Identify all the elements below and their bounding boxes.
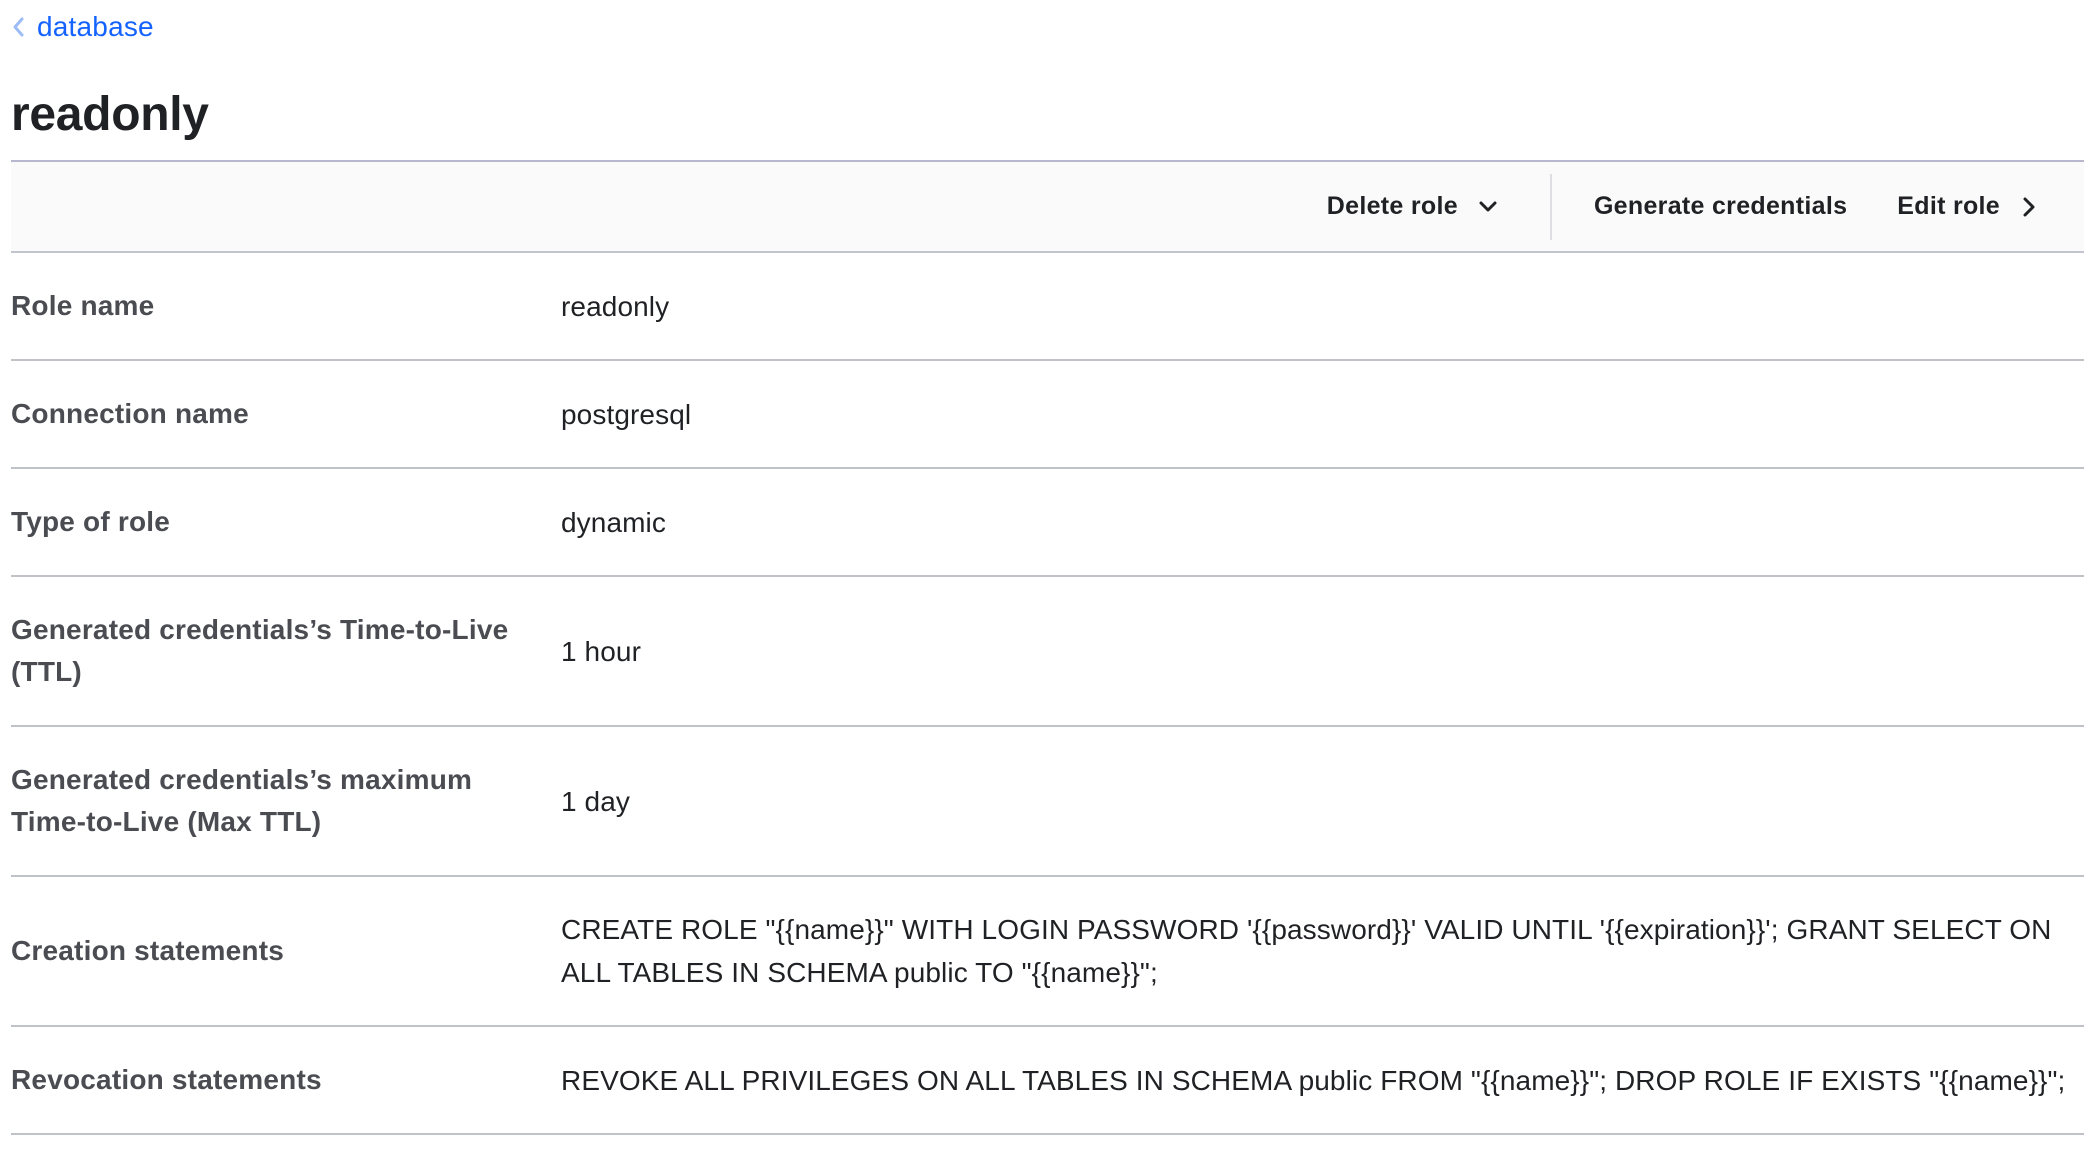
detail-value: 1 hour [561, 635, 641, 667]
detail-label: Creation statements [11, 935, 284, 966]
detail-value: CREATE ROLE "{{name}}" WITH LOGIN PASSWO… [561, 914, 2052, 988]
edit-role-button[interactable]: Edit role [1897, 192, 2036, 221]
detail-row-connection-name: Connection name postgresql [11, 361, 2084, 469]
generate-credentials-button[interactable]: Generate credentials [1594, 192, 1847, 221]
detail-value: readonly [561, 290, 670, 322]
detail-value: 1 day [561, 785, 630, 817]
delete-role-button[interactable]: Delete role [1327, 192, 1498, 221]
chevron-right-icon [2023, 197, 2035, 216]
detail-row-revocation-statements: Revocation statements REVOKE ALL PRIVILE… [11, 1027, 2084, 1135]
detail-label: Revocation statements [11, 1064, 322, 1095]
detail-row-creation-statements: Creation statements CREATE ROLE "{{name}… [11, 877, 2084, 1027]
detail-label: Generated credentials’s Time-to-Live (TT… [11, 614, 509, 687]
detail-row-max-ttl: Generated credentials’s maximum Time-to-… [11, 727, 2084, 877]
edit-role-label: Edit role [1897, 192, 2000, 220]
page-title: readonly [11, 87, 209, 141]
toolbar-divider [1549, 173, 1552, 240]
breadcrumb-link-database[interactable]: database [37, 11, 154, 43]
detail-label: Role name [11, 290, 155, 321]
chevron-left-icon [13, 17, 24, 37]
chevron-down-icon [1479, 201, 1497, 211]
toolbar: Delete role Generate credentials Edit ro… [11, 160, 2084, 253]
detail-row-ttl: Generated credentials’s Time-to-Live (TT… [11, 577, 2084, 727]
detail-value: REVOKE ALL PRIVILEGES ON ALL TABLES IN S… [561, 1064, 2066, 1096]
detail-label: Type of role [11, 506, 171, 537]
delete-role-label: Delete role [1326, 192, 1458, 220]
page: database readonly Delete role Generate c… [0, 0, 2090, 1150]
detail-row-role-name: Role name readonly [11, 253, 2084, 361]
detail-value: dynamic [561, 506, 666, 538]
detail-label: Generated credentials’s maximum Time-to-… [11, 764, 473, 837]
detail-row-type-of-role: Type of role dynamic [11, 469, 2084, 577]
detail-value: postgresql [561, 398, 692, 430]
breadcrumb: database [11, 0, 2079, 52]
role-details: Role name readonly Connection name postg… [11, 253, 2084, 1135]
detail-label: Connection name [11, 398, 249, 429]
